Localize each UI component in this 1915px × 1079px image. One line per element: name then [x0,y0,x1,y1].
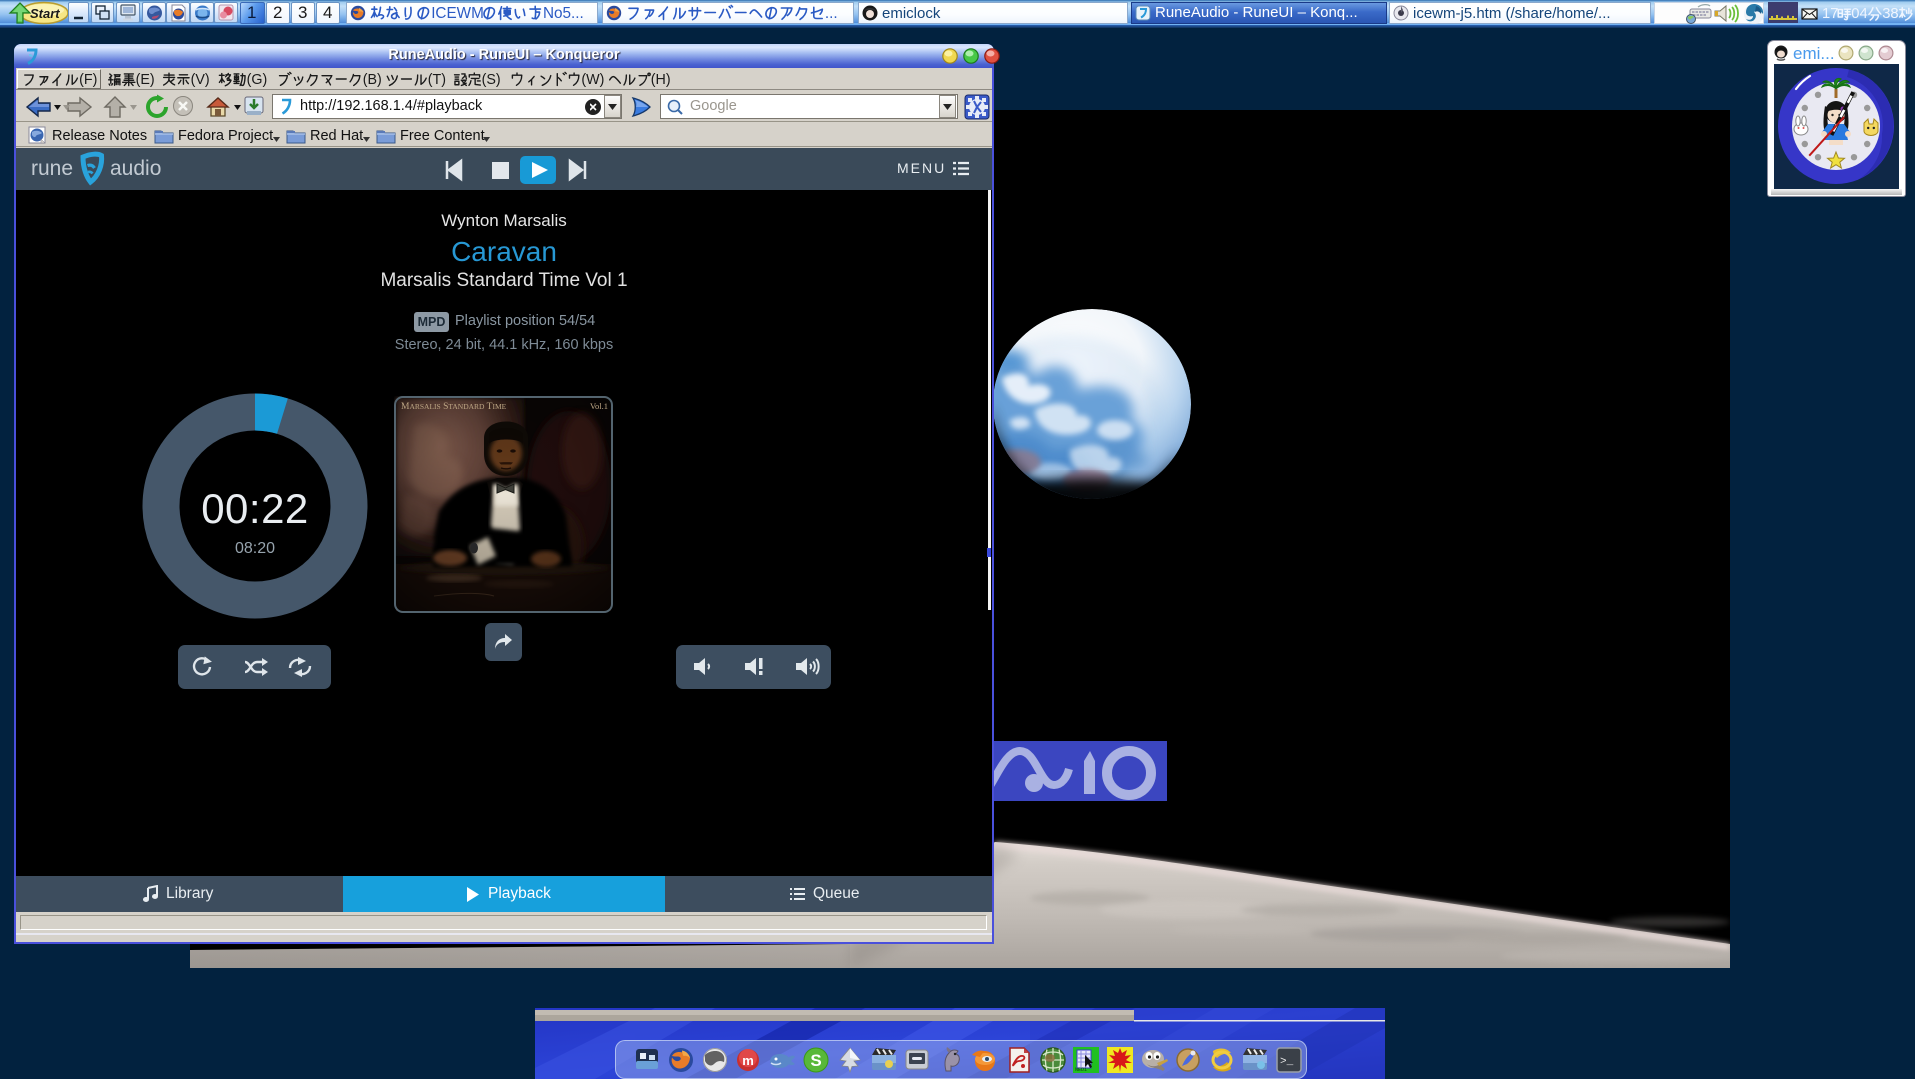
svg-text:(H): (H) [651,72,671,88]
svg-text:(B): (B) [363,72,382,88]
svg-text:S: S [810,1051,821,1070]
svg-text:(W): (W) [581,72,604,88]
svg-text:(G): (G) [247,72,268,88]
svg-text:08:20: 08:20 [235,540,275,557]
svg-text:...: ... [825,5,838,22]
svg-text:NEDi: NEDi [1075,1067,1087,1073]
svg-text:(T): (T) [428,72,446,88]
svg-text:04: 04 [1851,6,1867,22]
svg-text:(E): (E) [136,72,155,88]
svg-text:38: 38 [1882,6,1898,22]
svg-text:m: m [742,1053,754,1068]
svg-text:17: 17 [1822,6,1838,22]
svg-text:Vol.1: Vol.1 [590,401,608,411]
svg-text:ICEWM: ICEWM [431,5,484,22]
svg-text:(V): (V) [191,72,210,88]
svg-text:00:22: 00:22 [201,485,309,532]
svg-text:No5...: No5... [543,5,584,22]
svg-text:Start: Start [30,6,60,21]
svg-text:(F): (F) [79,72,97,88]
svg-text:(S): (S) [482,72,501,88]
svg-text:MARSALIS STANDARD TIME: MARSALIS STANDARD TIME [401,402,507,412]
svg-text:>_: >_ [1280,1056,1294,1068]
